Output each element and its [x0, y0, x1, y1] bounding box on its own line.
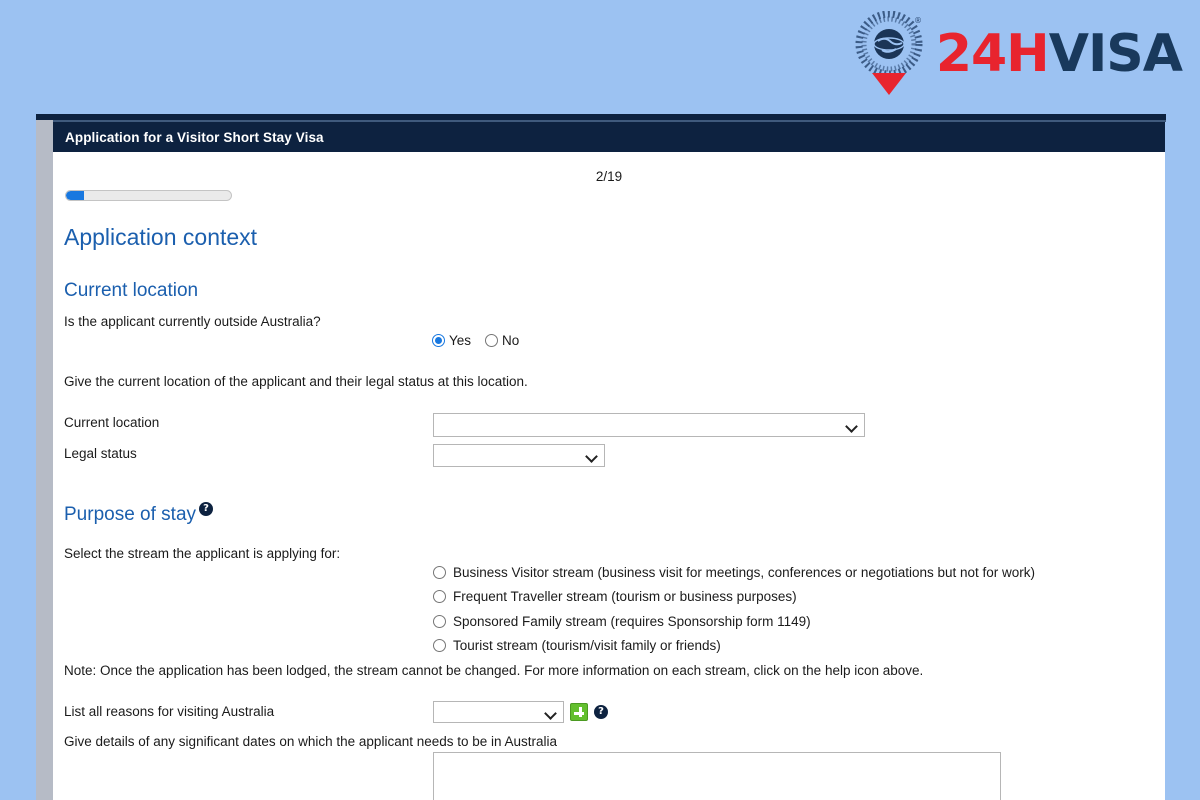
chevron-down-icon [586, 450, 597, 461]
radio-label-business-visitor: Business Visitor stream (business visit … [453, 564, 1036, 580]
radio-input-tourist[interactable] [433, 639, 446, 653]
page-title: Application context [64, 224, 258, 250]
brand-wordmark-primary: 24H [935, 24, 1050, 84]
chevron-down-icon [846, 420, 857, 431]
progress-bar [65, 190, 232, 201]
label-reasons-for-visiting: List all reasons for visiting Australia [64, 704, 275, 719]
radio-option-frequent-traveller[interactable]: Frequent Traveller stream (tourism or bu… [433, 585, 1035, 610]
radio-option-no[interactable]: No [485, 333, 519, 348]
label-current-location: Current location [64, 415, 160, 430]
radio-input-yes[interactable] [432, 334, 445, 347]
svg-text:®: ® [914, 16, 922, 25]
sidebar-strip [36, 120, 53, 800]
brand-bar: ® 24HVISA [0, 0, 1200, 110]
instruction-current-location: Give the current location of the applica… [64, 374, 528, 389]
section-heading-purpose-label: Purpose of stay [64, 504, 197, 525]
radio-group-stream[interactable]: Business Visitor stream (business visit … [433, 560, 1035, 658]
help-question-icon[interactable]: ? [199, 502, 214, 516]
label-significant-dates: Give details of any significant dates on… [64, 734, 558, 749]
label-legal-status: Legal status [64, 446, 137, 461]
select-legal-status[interactable] [433, 444, 605, 467]
brand-logo: ® 24HVISA [852, 10, 1183, 98]
reasons-control-group: ? [433, 701, 608, 723]
radio-label-sponsored-family: Sponsored Family stream (requires Sponso… [453, 613, 811, 629]
radio-label-no: No [502, 333, 520, 348]
form-content: 2/19 Application context Current locatio… [53, 152, 1165, 800]
section-heading-purpose-of-stay: Purpose of stay ? [64, 502, 214, 526]
globe-pin-logo-icon: ® [852, 11, 926, 97]
radio-label-frequent-traveller: Frequent Traveller stream (tourism or bu… [453, 589, 797, 605]
help-question-icon[interactable]: ? [594, 705, 608, 719]
radio-input-no[interactable] [485, 334, 499, 347]
radio-option-sponsored-family[interactable]: Sponsored Family stream (requires Sponso… [433, 609, 1035, 634]
prompt-select-stream: Select the stream the applicant is apply… [64, 546, 341, 561]
window-title: Application for a Visitor Short Stay Vis… [65, 129, 324, 145]
select-current-location[interactable] [433, 413, 865, 437]
radio-label-yes: Yes [449, 333, 472, 348]
brand-wordmark-secondary: VISA [1048, 24, 1183, 84]
select-reasons-for-visiting[interactable] [433, 701, 564, 723]
window-titlebar: Application for a Visitor Short Stay Vis… [53, 122, 1165, 152]
radio-input-business-visitor[interactable] [433, 565, 446, 579]
textarea-significant-dates[interactable] [433, 752, 1001, 800]
progress-bar-fill [66, 191, 85, 200]
radio-input-frequent-traveller[interactable] [433, 590, 446, 604]
brand-wordmark: 24HVISA [936, 28, 1183, 80]
radio-option-yes[interactable]: Yes [432, 333, 471, 348]
page-counter: 2/19 [595, 169, 623, 184]
radio-option-tourist[interactable]: Tourist stream (tourism/visit family or … [433, 634, 1035, 659]
add-reason-button[interactable] [570, 703, 588, 721]
radio-input-sponsored-family[interactable] [433, 614, 446, 628]
radio-group-outside-australia[interactable]: Yes No [432, 333, 519, 348]
radio-option-business-visitor[interactable]: Business Visitor stream (business visit … [433, 560, 1035, 585]
note-stream-cannot-be-changed: Note: Once the application has been lodg… [64, 663, 924, 678]
radio-label-tourist: Tourist stream (tourism/visit family or … [453, 638, 721, 654]
section-heading-current-location: Current location [64, 280, 199, 301]
chevron-down-icon [545, 707, 556, 718]
question-outside-australia: Is the applicant currently outside Austr… [64, 314, 321, 329]
